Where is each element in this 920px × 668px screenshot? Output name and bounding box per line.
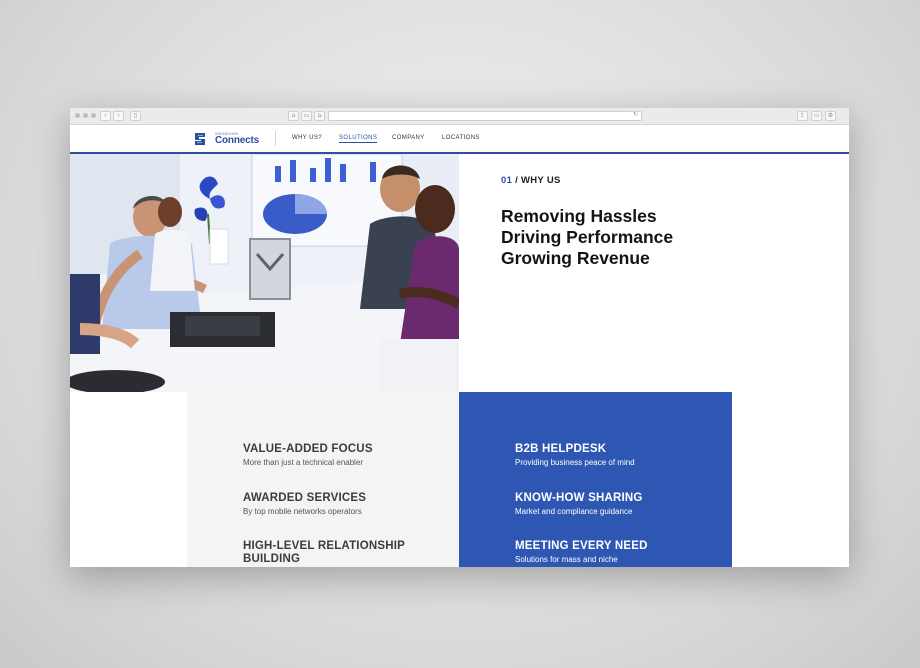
headline-line: Removing Hassles	[501, 206, 657, 226]
browser-window: ‹ › ▯ ⌂ ▭ ⌂ ↻ ⇪ ▭ ⚙ SMSBONE Connects WHY…	[70, 108, 849, 567]
logo-divider	[275, 131, 276, 146]
feature-item: MEETING EVERY NEED Solutions for mass an…	[515, 540, 648, 564]
section-title: WHY US	[521, 175, 561, 186]
nav-item-solutions[interactable]: SOLUTIONS	[339, 135, 378, 143]
back-button[interactable]: ‹	[100, 111, 111, 121]
feature-item: VALUE-ADDED FOCUS More than just a techn…	[243, 443, 373, 467]
minimize-window-icon[interactable]	[83, 113, 88, 118]
window-controls	[75, 113, 96, 118]
section-separator: /	[512, 175, 521, 186]
sidebar-toggle-icon[interactable]: ▯	[130, 111, 141, 121]
features-right-panel: B2B HELPDESK Providing business peace of…	[459, 392, 732, 567]
feature-item: HIGH-LEVEL RELATIONSHIP BUILDING	[243, 540, 413, 567]
home-icon[interactable]: ⌂	[288, 111, 299, 121]
hero-text: 01 / WHY US Removing Hassles Driving Per…	[501, 175, 673, 269]
feature-subtitle: Market and compliance guidance	[515, 507, 633, 516]
feature-title: KNOW-HOW SHARING	[515, 492, 643, 504]
feature-title: MEETING EVERY NEED	[515, 540, 648, 552]
forward-button[interactable]: ›	[113, 111, 124, 121]
meeting-photo-illustration	[70, 154, 459, 392]
section-number: 01	[501, 175, 513, 186]
close-window-icon[interactable]	[75, 113, 80, 118]
headline-line: Driving Performance	[501, 227, 674, 247]
section-label: 01 / WHY US	[501, 175, 673, 186]
maximize-window-icon[interactable]	[91, 113, 96, 118]
feature-subtitle: More than just a technical enabler	[243, 458, 364, 467]
reload-icon[interactable]: ↻	[633, 111, 638, 118]
hero-photo	[70, 154, 459, 392]
feature-title: VALUE-ADDED FOCUS	[243, 443, 373, 455]
nav-item-locations[interactable]: LOCATIONS	[442, 135, 480, 141]
settings-icon[interactable]: ⚙	[825, 111, 836, 121]
reader-icon[interactable]: ▭	[301, 111, 312, 121]
nav-item-company[interactable]: COMPANY	[392, 135, 425, 141]
tabs-icon[interactable]: ⌂	[314, 111, 325, 121]
bookmarks-icon[interactable]: ▭	[811, 111, 822, 121]
feature-subtitle: Solutions for mass and niche	[515, 555, 618, 564]
feature-subtitle: By top mobile networks operators	[243, 507, 362, 516]
address-bar[interactable]: ↻	[328, 111, 642, 121]
site-navigation: SMSBONE Connects WHY US? SOLUTIONS COMPA…	[70, 125, 849, 154]
feature-item: AWARDED SERVICES By top mobile networks …	[243, 492, 366, 516]
feature-item: B2B HELPDESK Providing business peace of…	[515, 443, 635, 467]
headline: Removing Hassles Driving Performance Gro…	[501, 206, 673, 269]
browser-toolbar: ‹ › ▯ ⌂ ▭ ⌂ ↻ ⇪ ▭ ⚙	[70, 108, 849, 125]
feature-title: AWARDED SERVICES	[243, 492, 367, 504]
nav-item-why-us[interactable]: WHY US?	[292, 135, 322, 141]
feature-item: KNOW-HOW SHARING Market and compliance g…	[515, 492, 643, 516]
headline-line: Growing Revenue	[501, 248, 650, 268]
feature-title: HIGH-LEVEL RELATIONSHIP BUILDING	[243, 540, 405, 565]
share-icon[interactable]: ⇪	[797, 111, 808, 121]
logo-text[interactable]: Connects	[215, 135, 259, 146]
logo-icon[interactable]	[192, 131, 208, 147]
feature-subtitle: Providing business peace of mind	[515, 458, 635, 467]
features-left-panel: VALUE-ADDED FOCUS More than just a techn…	[187, 392, 459, 567]
feature-title: B2B HELPDESK	[515, 443, 607, 455]
